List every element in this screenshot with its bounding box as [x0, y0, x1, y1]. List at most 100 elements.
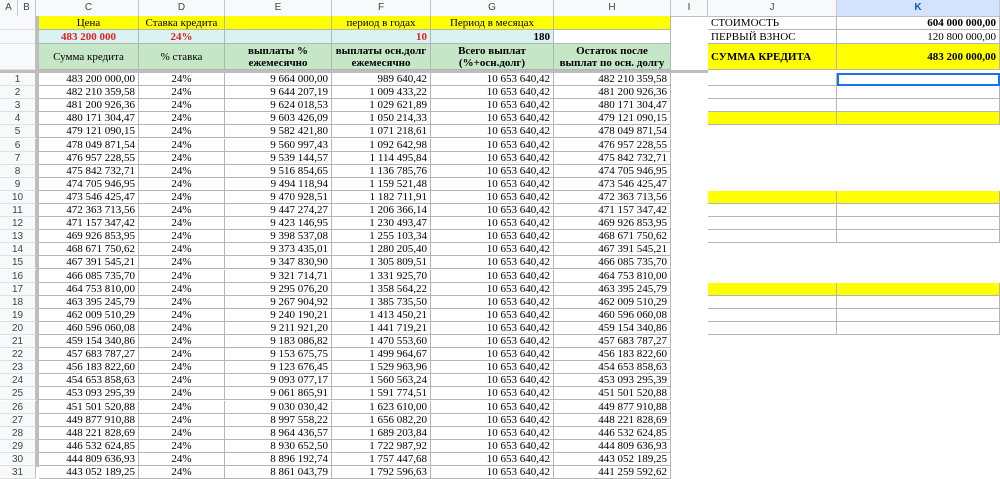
- h-column-header-cell[interactable]: Остаток после выплат по осн. долгу: [554, 44, 671, 70]
- principal-payment-cell[interactable]: 1 623 610,00: [332, 400, 431, 414]
- loan-balance-cell[interactable]: 480 171 304,47: [39, 112, 139, 126]
- rate-cell[interactable]: 24%: [139, 295, 225, 309]
- remaining-balance-cell[interactable]: 481 200 926,36: [554, 86, 671, 100]
- price-value-cell[interactable]: 483 200 000: [39, 30, 139, 44]
- loan-balance-cell[interactable]: 471 157 347,42: [39, 217, 139, 231]
- empty-header-cell-h2[interactable]: [554, 30, 671, 44]
- interest-payment-cell[interactable]: 9 423 146,95: [225, 217, 332, 231]
- rate-cell[interactable]: 24%: [139, 256, 225, 270]
- summary-empty-cell-j[interactable]: [708, 321, 837, 335]
- loan-balance-cell[interactable]: 459 154 340,86: [39, 335, 139, 349]
- loan-balance-cell[interactable]: 457 683 787,27: [39, 348, 139, 362]
- remaining-balance-cell[interactable]: 473 546 425,47: [554, 177, 671, 191]
- rate-header-cell[interactable]: % ставка: [139, 44, 225, 70]
- interest-payment-cell[interactable]: 8 930 652,50: [225, 439, 332, 453]
- summary-empty-cell-j[interactable]: [708, 190, 837, 204]
- interest-payment-cell[interactable]: 9 539 144,57: [225, 151, 332, 165]
- loan-balance-cell[interactable]: 481 200 926,36: [39, 99, 139, 113]
- summary-empty-cell-k[interactable]: [837, 282, 1000, 296]
- loan-amount-label-cell[interactable]: СУММА КРЕДИТА: [708, 44, 837, 70]
- summary-empty-cell-j[interactable]: [708, 282, 837, 296]
- row-header-16[interactable]: 16: [0, 269, 36, 283]
- rate-cell[interactable]: 24%: [139, 282, 225, 296]
- period-years-value-cell[interactable]: 10: [332, 30, 431, 44]
- remaining-balance-cell[interactable]: 471 157 347,42: [554, 204, 671, 218]
- cost-value-cell[interactable]: 604 000 000,00: [837, 16, 1000, 30]
- price-label-cell[interactable]: Цена: [39, 16, 139, 30]
- loan-balance-cell[interactable]: 479 121 090,15: [39, 125, 139, 139]
- row-header-19[interactable]: 19: [0, 308, 36, 322]
- total-payment-cell[interactable]: 10 653 640,42: [431, 413, 554, 427]
- interest-payment-cell[interactable]: 9 582 421,80: [225, 125, 332, 139]
- loan-balance-cell[interactable]: 462 009 510,29: [39, 308, 139, 322]
- principal-payment-cell[interactable]: 1 182 711,91: [332, 190, 431, 204]
- total-payment-cell[interactable]: 10 653 640,42: [431, 243, 554, 257]
- principal-payment-cell[interactable]: 1 722 987,92: [332, 439, 431, 453]
- summary-empty-cell-j[interactable]: [708, 308, 837, 322]
- remaining-balance-cell[interactable]: 451 501 520,88: [554, 387, 671, 401]
- row-header-7[interactable]: 7: [0, 151, 36, 165]
- column-header-j[interactable]: J: [708, 0, 837, 16]
- principal-payment-cell[interactable]: 1 470 553,60: [332, 335, 431, 349]
- summary-empty-cell-j[interactable]: [708, 230, 837, 244]
- remaining-balance-cell[interactable]: 468 671 750,62: [554, 230, 671, 244]
- loan-balance-cell[interactable]: 474 705 946,95: [39, 177, 139, 191]
- column-header-c[interactable]: C: [39, 0, 139, 16]
- loan-balance-cell[interactable]: 468 671 750,62: [39, 243, 139, 257]
- total-payment-cell[interactable]: 10 653 640,42: [431, 204, 554, 218]
- remaining-balance-cell[interactable]: 449 877 910,88: [554, 400, 671, 414]
- g-column-header-cell[interactable]: Всего выплат (%+осн.долг): [431, 44, 554, 70]
- principal-payment-cell[interactable]: 1 092 642,98: [332, 138, 431, 152]
- column-header-k[interactable]: K: [837, 0, 1000, 16]
- rate-cell[interactable]: 24%: [139, 73, 225, 87]
- total-payment-cell[interactable]: 10 653 640,42: [431, 138, 554, 152]
- summary-empty-cell-k[interactable]: [837, 217, 1000, 231]
- interest-payment-cell[interactable]: 9 494 118,94: [225, 177, 332, 191]
- interest-payment-cell[interactable]: 9 603 426,09: [225, 112, 332, 126]
- summary-empty-cell-k[interactable]: [837, 295, 1000, 309]
- total-payment-cell[interactable]: 10 653 640,42: [431, 256, 554, 270]
- loan-balance-cell[interactable]: 473 546 425,47: [39, 190, 139, 204]
- interest-payment-cell[interactable]: 9 516 854,65: [225, 164, 332, 178]
- total-payment-cell[interactable]: 10 653 640,42: [431, 335, 554, 349]
- total-payment-cell[interactable]: 10 653 640,42: [431, 177, 554, 191]
- remaining-balance-cell[interactable]: 460 596 060,08: [554, 308, 671, 322]
- total-payment-cell[interactable]: 10 653 640,42: [431, 439, 554, 453]
- loan-balance-cell[interactable]: 443 052 189,25: [39, 466, 139, 479]
- row-header-12[interactable]: 12: [0, 217, 36, 231]
- interest-payment-cell[interactable]: 8 861 043,79: [225, 466, 332, 479]
- column-header-f[interactable]: F: [332, 0, 431, 16]
- total-payment-cell[interactable]: 10 653 640,42: [431, 400, 554, 414]
- f-column-header-cell[interactable]: выплаты осн.долг ежемесячно: [332, 44, 431, 70]
- total-payment-cell[interactable]: 10 653 640,42: [431, 73, 554, 87]
- interest-payment-cell[interactable]: 9 447 274,27: [225, 204, 332, 218]
- principal-payment-cell[interactable]: 1 009 433,22: [332, 86, 431, 100]
- rate-cell[interactable]: 24%: [139, 374, 225, 388]
- interest-payment-cell[interactable]: 9 560 997,43: [225, 138, 332, 152]
- loan-balance-cell[interactable]: 449 877 910,88: [39, 413, 139, 427]
- principal-payment-cell[interactable]: 1 499 964,67: [332, 348, 431, 362]
- remaining-balance-cell[interactable]: 446 532 624,85: [554, 426, 671, 440]
- summary-empty-cell-k[interactable]: [837, 308, 1000, 322]
- principal-payment-cell[interactable]: 1 441 719,21: [332, 321, 431, 335]
- row-header-14[interactable]: 14: [0, 243, 36, 257]
- rate-cell[interactable]: 24%: [139, 466, 225, 479]
- total-payment-cell[interactable]: 10 653 640,42: [431, 426, 554, 440]
- principal-payment-cell[interactable]: 1 136 785,76: [332, 164, 431, 178]
- row-header-13[interactable]: 13: [0, 230, 36, 244]
- rate-cell[interactable]: 24%: [139, 452, 225, 466]
- total-payment-cell[interactable]: 10 653 640,42: [431, 361, 554, 375]
- remaining-balance-cell[interactable]: 467 391 545,21: [554, 243, 671, 257]
- principal-payment-cell[interactable]: 1 050 214,33: [332, 112, 431, 126]
- loan-balance-cell[interactable]: 456 183 822,60: [39, 361, 139, 375]
- loan-balance-cell[interactable]: 483 200 000,00: [39, 73, 139, 87]
- loan-amount-value-cell[interactable]: 483 200 000,00: [837, 44, 1000, 70]
- row-header-20[interactable]: 20: [0, 321, 36, 335]
- rate-cell[interactable]: 24%: [139, 308, 225, 322]
- period-months-value-cell[interactable]: 180: [431, 30, 554, 44]
- summary-empty-cell-j[interactable]: [708, 112, 837, 126]
- loan-balance-cell[interactable]: 478 049 871,54: [39, 138, 139, 152]
- column-header-h[interactable]: H: [554, 0, 671, 16]
- empty-header-cell-e2[interactable]: [225, 30, 332, 44]
- remaining-balance-cell[interactable]: 478 049 871,54: [554, 125, 671, 139]
